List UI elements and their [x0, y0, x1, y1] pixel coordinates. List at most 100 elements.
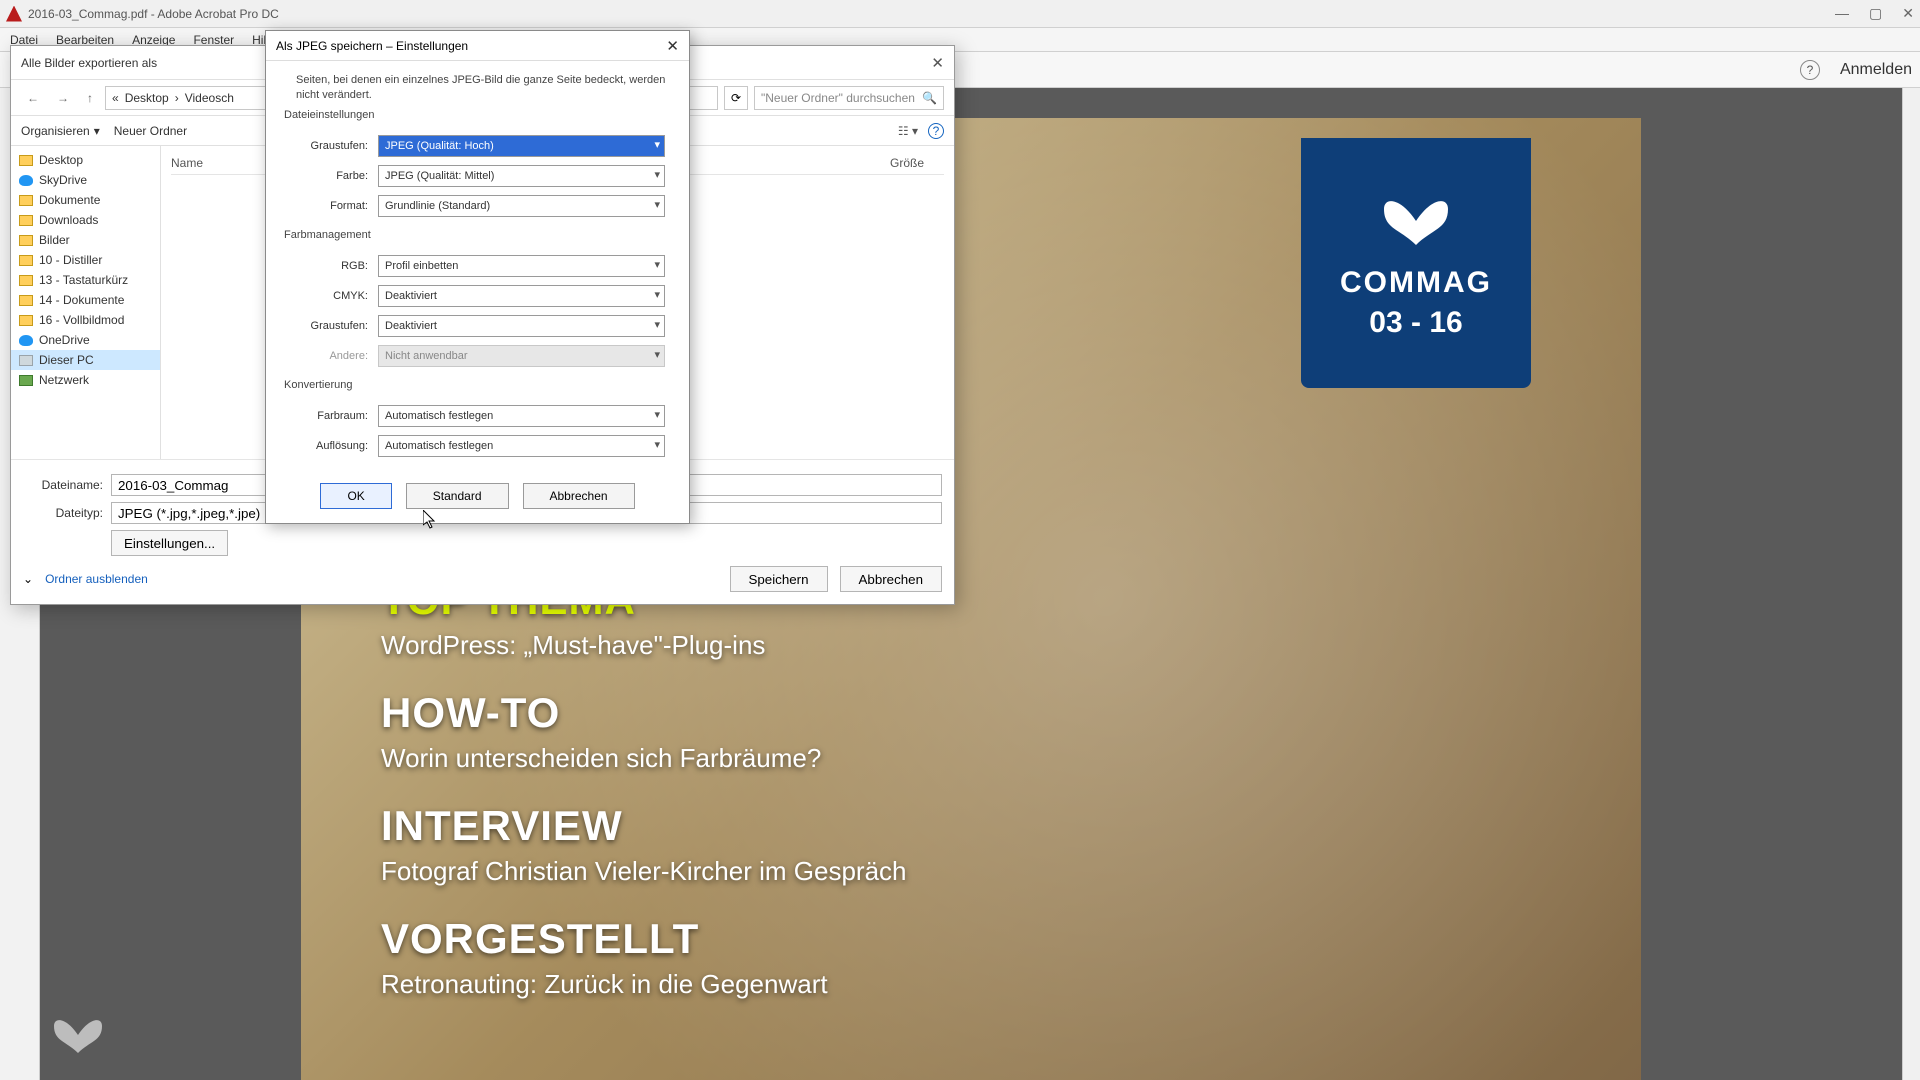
- tree-item-label: Dokumente: [39, 193, 100, 207]
- standard-button[interactable]: Standard: [406, 483, 509, 509]
- app-titlebar: 2016-03_Commag.pdf - Adobe Acrobat Pro D…: [0, 0, 1920, 28]
- vertical-scrollbar[interactable]: [1902, 88, 1920, 1080]
- field-label: Graustufen:: [290, 140, 368, 152]
- acrobat-icon: [6, 6, 22, 22]
- butterfly-icon: [1376, 186, 1456, 256]
- maximize-icon[interactable]: ▢: [1869, 5, 1882, 22]
- badge-issue: 03 - 16: [1369, 306, 1462, 340]
- jpeg-settings-dialog: Als JPEG speichern – Einstellungen ✕ Sei…: [265, 30, 690, 524]
- field-label: CMYK:: [290, 290, 368, 302]
- hide-folders-link[interactable]: Ordner ausblenden: [45, 572, 148, 586]
- crumb[interactable]: Desktop: [125, 91, 169, 105]
- view-toggle-icon[interactable]: ☷ ▾: [898, 124, 918, 138]
- ok-button[interactable]: OK: [320, 483, 391, 509]
- section-sub: Retronauting: Zurück in die Gegenwart: [381, 969, 906, 1000]
- folder-icon: [19, 275, 33, 286]
- folder-icon: [19, 155, 33, 166]
- tree-item[interactable]: OneDrive: [11, 330, 160, 350]
- field-label: Graustufen:: [290, 320, 368, 332]
- tree-item[interactable]: Bilder: [11, 230, 160, 250]
- graustufen2-select[interactable]: Deaktiviert: [378, 315, 665, 337]
- farbraum-select[interactable]: Automatisch festlegen: [378, 405, 665, 427]
- drive-icon: [19, 355, 33, 366]
- tree-item-label: SkyDrive: [39, 173, 87, 187]
- refresh-icon[interactable]: ⟳: [724, 86, 748, 110]
- close-icon[interactable]: ✕: [1902, 5, 1914, 22]
- tree-item[interactable]: 16 - Vollbildmod: [11, 310, 160, 330]
- tree-item[interactable]: Dieser PC: [11, 350, 160, 370]
- nav-up-icon[interactable]: ↑: [81, 89, 99, 107]
- help-icon[interactable]: ?: [1800, 60, 1820, 80]
- field-label: Farbe:: [290, 170, 368, 182]
- magazine-badge: COMMAG 03 - 16: [1301, 138, 1531, 388]
- cancel-button[interactable]: Abbrechen: [840, 566, 942, 592]
- field-label: Andere:: [290, 350, 368, 362]
- close-icon[interactable]: ✕: [931, 54, 944, 72]
- group-conversion: Konvertierung Farbraum: Automatisch fest…: [280, 387, 675, 469]
- tree-item[interactable]: Dokumente: [11, 190, 160, 210]
- tree-item-label: Downloads: [39, 213, 98, 227]
- field-label: Farbraum:: [290, 410, 368, 422]
- tree-item-label: Netzwerk: [39, 373, 89, 387]
- tree-item[interactable]: 14 - Dokumente: [11, 290, 160, 310]
- cmyk-select[interactable]: Deaktiviert: [378, 285, 665, 307]
- minimize-icon[interactable]: —: [1835, 5, 1849, 22]
- filetype-label: Dateityp:: [23, 506, 103, 520]
- tree-item[interactable]: 13 - Tastaturkürz: [11, 270, 160, 290]
- field-label: RGB:: [290, 260, 368, 272]
- group-file-settings: Dateieinstellungen Graustufen: JPEG (Qua…: [280, 117, 675, 229]
- tree-item[interactable]: Downloads: [11, 210, 160, 230]
- new-folder-button[interactable]: Neuer Ordner: [114, 124, 187, 138]
- nav-forward-icon[interactable]: →: [51, 89, 75, 107]
- search-icon[interactable]: 🔍: [922, 91, 937, 105]
- save-button[interactable]: Speichern: [730, 566, 828, 592]
- cover-text: TOP THEMA WordPress: „Must-have"-Plug-in…: [381, 548, 906, 1000]
- nav-back-icon[interactable]: ←: [21, 89, 45, 107]
- crumb[interactable]: Videosch: [185, 91, 234, 105]
- folder-icon: [19, 295, 33, 306]
- rgb-select[interactable]: Profil einbetten: [378, 255, 665, 277]
- section-heading: VORGESTELLT: [381, 915, 906, 963]
- section-sub: WordPress: „Must-have"-Plug-ins: [381, 630, 906, 661]
- tree-item-label: Dieser PC: [39, 353, 94, 367]
- badge-brand: COMMAG: [1340, 266, 1492, 300]
- close-icon[interactable]: ✕: [666, 37, 679, 55]
- cloud-icon: [19, 335, 33, 346]
- farbe-select[interactable]: JPEG (Qualität: Mittel): [378, 165, 665, 187]
- andere-select: Nicht anwendbar: [378, 345, 665, 367]
- settings-button[interactable]: Einstellungen...: [111, 530, 228, 556]
- group-legend: Farbmanagement: [284, 229, 371, 241]
- section-sub: Fotograf Christian Vieler-Kircher im Ges…: [381, 856, 906, 887]
- graustufen-select[interactable]: JPEG (Qualität: Hoch): [378, 135, 665, 157]
- section-heading: HOW-TO: [381, 689, 906, 737]
- field-label: Format:: [290, 200, 368, 212]
- organize-button[interactable]: Organisieren ▾: [21, 124, 100, 138]
- tree-item[interactable]: SkyDrive: [11, 170, 160, 190]
- help-icon[interactable]: ?: [928, 123, 944, 139]
- group-legend: Konvertierung: [284, 379, 353, 391]
- tree-item[interactable]: Netzwerk: [11, 370, 160, 390]
- folder-search[interactable]: "Neuer Ordner" durchsuchen 🔍: [754, 86, 944, 110]
- tree-item-label: Desktop: [39, 153, 83, 167]
- tree-item-label: OneDrive: [39, 333, 90, 347]
- folder-icon: [19, 235, 33, 246]
- tree-item[interactable]: Desktop: [11, 150, 160, 170]
- net-icon: [19, 375, 33, 386]
- dialog-title: Alle Bilder exportieren als: [21, 56, 157, 70]
- cloud-icon: [19, 175, 33, 186]
- chevron-down-icon[interactable]: ⌄: [23, 572, 33, 586]
- folder-tree[interactable]: DesktopSkyDriveDokumenteDownloadsBilder1…: [11, 146, 161, 459]
- tree-item-label: 16 - Vollbildmod: [39, 313, 124, 327]
- aufloesung-select[interactable]: Automatisch festlegen: [378, 435, 665, 457]
- section-heading: INTERVIEW: [381, 802, 906, 850]
- tree-item-label: 13 - Tastaturkürz: [39, 273, 128, 287]
- folder-icon: [19, 215, 33, 226]
- folder-icon: [19, 315, 33, 326]
- tree-item-label: 14 - Dokumente: [39, 293, 124, 307]
- group-legend: Dateieinstellungen: [284, 109, 375, 121]
- tree-item[interactable]: 10 - Distiller: [11, 250, 160, 270]
- signin-link[interactable]: Anmelden: [1840, 61, 1912, 79]
- format-select[interactable]: Grundlinie (Standard): [378, 195, 665, 217]
- cancel-button[interactable]: Abbrechen: [523, 483, 635, 509]
- dialog-title: Als JPEG speichern – Einstellungen: [276, 39, 468, 53]
